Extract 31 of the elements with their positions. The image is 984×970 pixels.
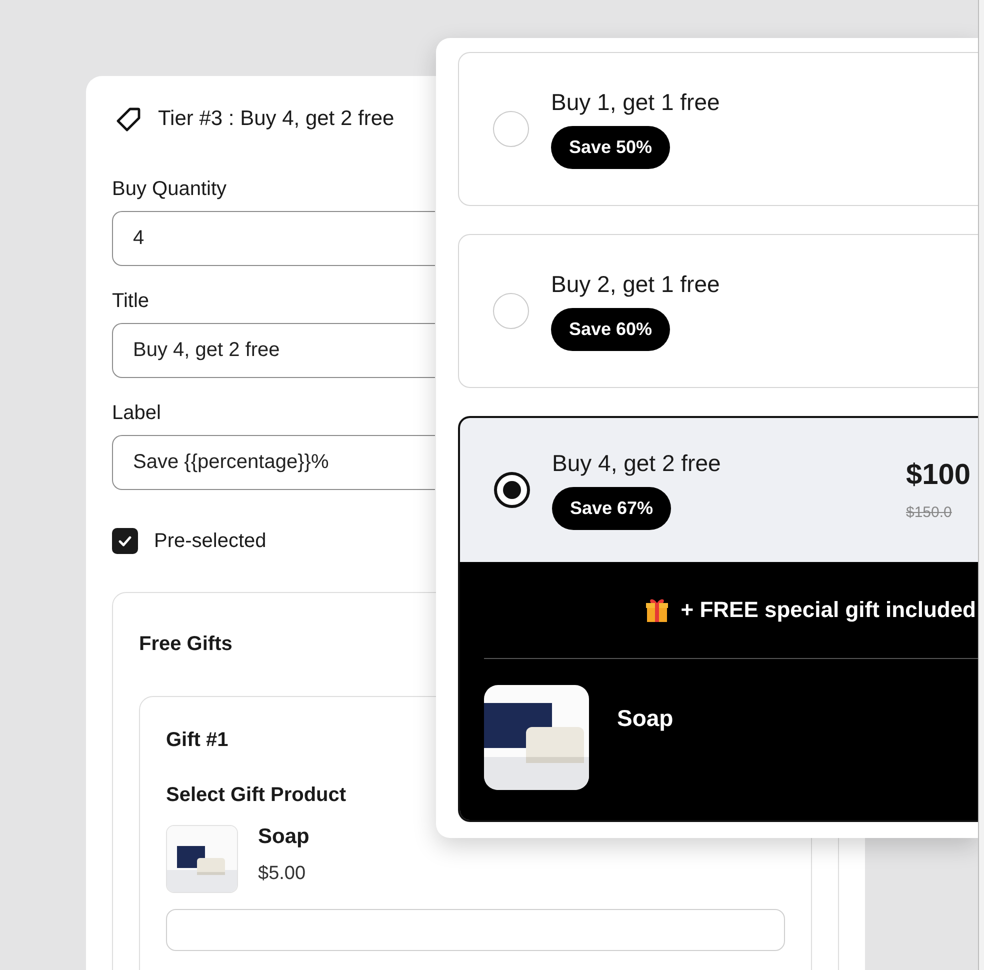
- field-label: Label: [112, 402, 161, 425]
- offer-option[interactable]: Buy 4, get 2 free Save 67% $100 $150.0 + FREE special gift included Soap: [458, 416, 978, 822]
- offer-option[interactable]: Buy 2, get 1 free Save 60%: [458, 234, 978, 388]
- input-field[interactable]: [166, 909, 785, 951]
- offer-title: Buy 1, get 1 free: [551, 89, 720, 116]
- tag-icon: [116, 106, 142, 132]
- gift-banner-text: + FREE special gift included: [680, 597, 976, 623]
- offer-title: Buy 4, get 2 free: [552, 450, 721, 477]
- input-field[interactable]: Save {{percentage}}%: [112, 435, 435, 490]
- field-label: Title: [112, 290, 150, 313]
- offer-option[interactable]: Buy 1, get 1 free Save 50%: [458, 52, 978, 206]
- discount-badge: Save 50%: [551, 126, 670, 169]
- discount-badge: Save 60%: [551, 308, 670, 351]
- field-label: Buy Quantity: [112, 178, 227, 201]
- field-label: Select Gift Product: [166, 784, 348, 807]
- input-field[interactable]: Buy 4, get 2 free: [112, 323, 435, 378]
- gift-icon: [644, 597, 669, 623]
- tier-heading: Tier #3 : Buy 4, get 2 free: [158, 107, 394, 131]
- price: $100: [906, 459, 971, 492]
- checkbox[interactable]: [112, 528, 138, 554]
- product-price: $5.00: [258, 863, 307, 885]
- section-title: Free Gifts: [139, 633, 234, 656]
- offer-title: Buy 2, get 1 free: [551, 271, 720, 298]
- product-name: Soap: [617, 705, 674, 732]
- gift-title: Gift #1: [166, 729, 230, 752]
- discount-badge: Save 67%: [552, 487, 672, 530]
- product-name: Soap: [258, 825, 310, 849]
- radio-button[interactable]: [494, 472, 530, 508]
- input-field[interactable]: 4: [112, 211, 435, 266]
- checkbox-label: Pre-selected: [154, 530, 266, 552]
- compare-price: $150.0: [906, 504, 952, 521]
